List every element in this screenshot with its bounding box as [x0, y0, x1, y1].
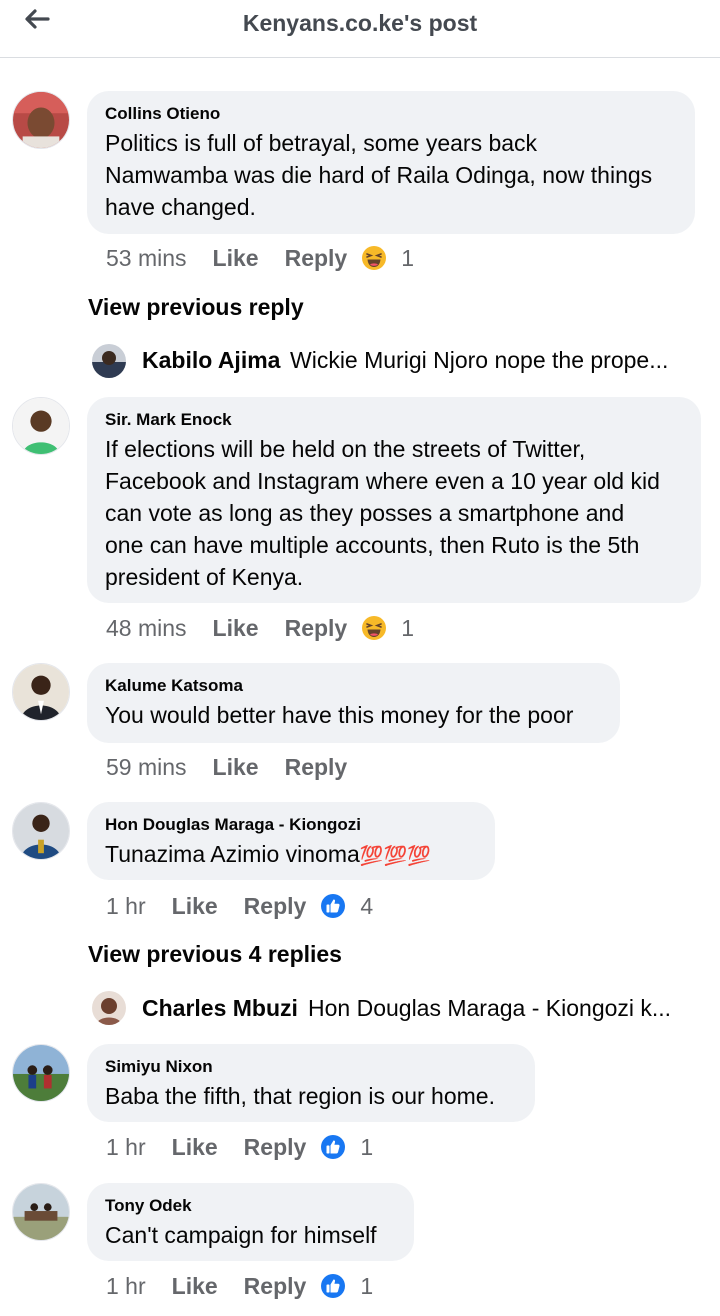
avatar[interactable] — [12, 397, 70, 455]
comment-bubble: Collins Otieno Politics is full of betra… — [87, 91, 695, 234]
comment-bubble: Kalume Katsoma You would better have thi… — [87, 663, 620, 743]
comment-author[interactable]: Hon Douglas Maraga - Kiongozi — [105, 814, 477, 836]
comment-line: president of Kenya. — [105, 564, 304, 590]
reply-preview[interactable]: Kabilo Ajima Wickie Murigi Njoro nope th… — [92, 341, 692, 381]
reply-button[interactable]: Reply — [285, 615, 348, 642]
reply-button[interactable]: Reply — [244, 1134, 307, 1161]
reply-text: Hon Douglas Maraga - Kiongozi k... — [308, 995, 672, 1021]
comment-actions: 53 mins Like Reply 1 — [106, 242, 414, 274]
reaction-count[interactable]: 1 — [401, 245, 414, 272]
avatar — [92, 344, 126, 378]
comment-line: Tunazima Azimio vinoma — [105, 841, 360, 867]
comment-text: Baba the fifth, that region is our home. — [105, 1080, 517, 1112]
comment-time[interactable]: 1 hr — [106, 1134, 146, 1161]
like-button[interactable]: Like — [172, 893, 218, 920]
reply-author[interactable]: Kabilo Ajima — [142, 347, 280, 374]
like-button[interactable]: Like — [213, 754, 259, 781]
avatar[interactable] — [12, 802, 70, 860]
reply-text: Wickie Murigi Njoro nope the prope... — [290, 347, 669, 373]
reply-button[interactable]: Reply — [285, 245, 348, 272]
avatar[interactable] — [12, 1183, 70, 1241]
avatar[interactable] — [12, 1044, 70, 1102]
comment-time[interactable]: 1 hr — [106, 1273, 146, 1300]
comment-line: Baba the fifth, that region is our home. — [105, 1083, 495, 1109]
like-button[interactable]: Like — [213, 615, 259, 642]
comment-time[interactable]: 59 mins — [106, 754, 187, 781]
page-title: Kenyans.co.ke's post — [242, 10, 478, 36]
avatar[interactable] — [12, 663, 70, 721]
reaction-count[interactable]: 1 — [401, 615, 414, 642]
like-icon[interactable] — [320, 893, 346, 919]
haha-icon[interactable] — [361, 615, 387, 641]
like-icon[interactable] — [320, 1273, 346, 1299]
comment-actions: 59 mins Like Reply — [106, 751, 347, 783]
comment-line: You would better have this money for the… — [105, 702, 574, 728]
comment-line: Namwamba was die hard of Raila Odinga, n… — [105, 162, 653, 188]
comment-line: Facebook and Instagram where even a 10 y… — [105, 468, 660, 494]
comment-author[interactable]: Sir. Mark Enock — [105, 409, 683, 431]
comment-line: Can't campaign for himself — [105, 1222, 377, 1248]
comment-actions: 48 mins Like Reply 1 — [106, 612, 414, 644]
reply-preview[interactable]: Charles Mbuzi Hon Douglas Maraga - Kiong… — [92, 989, 692, 1029]
comment-text: Politics is full of betrayal, some years… — [105, 127, 677, 223]
reply-author[interactable]: Charles Mbuzi — [142, 995, 298, 1022]
reply-button[interactable]: Reply — [244, 893, 307, 920]
comment-time[interactable]: 48 mins — [106, 615, 187, 642]
reply-button[interactable]: Reply — [285, 754, 348, 781]
comment-bubble: Simiyu Nixon Baba the fifth, that region… — [87, 1044, 535, 1122]
view-previous-replies[interactable]: View previous 4 replies — [88, 941, 342, 968]
comment-author[interactable]: Tony Odek — [105, 1195, 396, 1217]
comment-author[interactable]: Kalume Katsoma — [105, 675, 602, 697]
avatar[interactable] — [12, 91, 70, 149]
comment-bubble: Sir. Mark Enock If elections will be hel… — [87, 397, 701, 603]
like-icon[interactable] — [320, 1134, 346, 1160]
comment-actions: 1 hr Like Reply 1 — [106, 1131, 373, 1163]
comment-line: If elections will be held on the streets… — [105, 436, 586, 462]
comment-time[interactable]: 53 mins — [106, 245, 187, 272]
hundred-points-icon: 💯💯💯 — [359, 846, 431, 867]
comment-bubble: Hon Douglas Maraga - Kiongozi Tunazima A… — [87, 802, 495, 880]
comment-actions: 1 hr Like Reply 1 — [106, 1270, 373, 1302]
header-bar: Kenyans.co.ke's post — [0, 0, 720, 58]
comment-text: Can't campaign for himself — [105, 1219, 396, 1251]
like-button[interactable]: Like — [172, 1134, 218, 1161]
comment-author[interactable]: Collins Otieno — [105, 103, 677, 125]
comment-text: If elections will be held on the streets… — [105, 433, 683, 593]
reaction-count[interactable]: 1 — [360, 1273, 373, 1300]
like-button[interactable]: Like — [213, 245, 259, 272]
comment-line: can vote as long as they posses a smartp… — [105, 500, 625, 526]
reaction-count[interactable]: 4 — [360, 893, 373, 920]
comment-line: one can have multiple accounts, then Rut… — [105, 532, 640, 558]
comment-text: Tunazima Azimio vinoma💯💯💯 — [105, 838, 477, 873]
comment-time[interactable]: 1 hr — [106, 893, 146, 920]
comment-line: have changed. — [105, 194, 256, 220]
avatar — [92, 991, 126, 1025]
like-button[interactable]: Like — [172, 1273, 218, 1300]
reaction-count[interactable]: 1 — [360, 1134, 373, 1161]
comment-line: Politics is full of betrayal, some years… — [105, 130, 538, 156]
reply-button[interactable]: Reply — [244, 1273, 307, 1300]
comment-text: You would better have this money for the… — [105, 699, 602, 731]
comment-actions: 1 hr Like Reply 4 — [106, 890, 373, 922]
view-previous-reply[interactable]: View previous reply — [88, 294, 304, 321]
haha-icon[interactable] — [361, 245, 387, 271]
comment-bubble: Tony Odek Can't campaign for himself — [87, 1183, 414, 1261]
comment-author[interactable]: Simiyu Nixon — [105, 1056, 517, 1078]
